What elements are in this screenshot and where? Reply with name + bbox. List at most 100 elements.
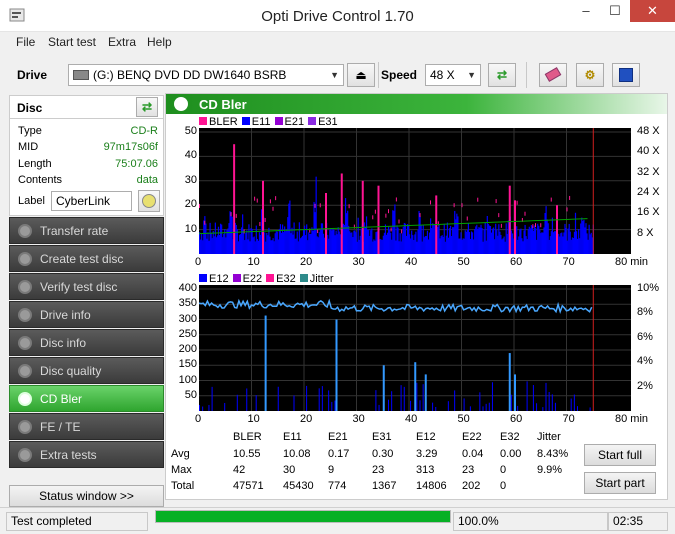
stats-cell: 9.9% (537, 464, 563, 476)
e11-bar (490, 232, 493, 254)
sidebar-item-disc-quality[interactable]: Disc quality (9, 357, 164, 384)
save-button[interactable] (612, 63, 640, 87)
progress-bar (155, 510, 451, 523)
e11-bar (351, 232, 353, 254)
e11-bar (480, 224, 482, 254)
bler-point (466, 216, 468, 221)
e11-bar (416, 241, 418, 254)
e11-bar (269, 236, 271, 254)
e11-bar (256, 238, 258, 254)
e11-bar (461, 239, 463, 254)
e11-bar (462, 238, 464, 254)
stats-cell: 0 (500, 480, 507, 492)
bler-point (275, 196, 277, 201)
bler-point (230, 212, 232, 217)
erase-button[interactable] (539, 63, 567, 87)
e11-bar (305, 235, 307, 254)
bler-point (204, 220, 206, 225)
maximize-button[interactable]: ☐ (601, 0, 629, 22)
e12-bar (551, 394, 553, 411)
e12-spike (514, 374, 516, 411)
y-tick-label: 20 (184, 198, 197, 211)
eject-button[interactable]: ⏏ (347, 63, 375, 87)
refresh-button[interactable]: ⇄ (488, 63, 516, 87)
legend-swatch (199, 117, 207, 125)
sidebar-item-label: Extra tests (40, 448, 97, 462)
sidebar-item-drive-info[interactable]: Drive info (9, 301, 164, 328)
sidebar-item-verify-test-disc[interactable]: Verify test disc (9, 273, 164, 300)
settings-button[interactable]: ⚙ (576, 63, 604, 87)
x-tick-label: 10 (247, 256, 260, 268)
e12-bar (570, 398, 572, 411)
sidebar-item-fe-te[interactable]: FE / TE (9, 413, 164, 440)
stats-cell: 9 (328, 464, 335, 476)
e11-bar (316, 236, 318, 254)
disc-icon (18, 336, 32, 350)
e11-bar (357, 217, 359, 254)
status-window-button[interactable]: Status window >> (9, 485, 164, 507)
e11-bar (369, 235, 371, 254)
sidebar-item-transfer-rate[interactable]: Transfer rate (9, 217, 164, 244)
disc-label-input[interactable]: CyberLink (51, 191, 132, 211)
e11-bar (321, 223, 324, 254)
e11-bar (353, 230, 355, 254)
e11-bar (376, 231, 378, 254)
menu-start-test[interactable]: Start test (48, 35, 96, 49)
refresh-icon: ⇄ (496, 68, 508, 82)
y2-tick-label: 6% (637, 330, 653, 343)
minimize-button[interactable]: – (572, 0, 600, 22)
e11-bar (564, 223, 566, 254)
start-part-button[interactable]: Start part (584, 472, 656, 494)
e11-bar (433, 224, 435, 254)
e11-bar (566, 240, 568, 254)
e11-bar (440, 236, 442, 254)
e11-bar (541, 232, 543, 254)
e11-bar (235, 225, 237, 254)
e11-bar (547, 223, 549, 254)
drive-select[interactable]: (G:) BENQ DVD DD DW1640 BSRB ▼ (68, 64, 344, 86)
e11-bar (402, 226, 404, 254)
refresh-icon: ⇄ (141, 100, 153, 114)
speed-select[interactable]: 48 X ▼ (425, 64, 481, 86)
sidebar-item-cd-bler[interactable]: CD Bler (9, 385, 164, 412)
e11-bar (413, 240, 415, 254)
disc-icon (18, 364, 32, 378)
stats-cell: 47571 (233, 480, 264, 492)
e11-bar (249, 241, 251, 254)
e12-bar (432, 402, 434, 411)
stats-cell: 42 (233, 464, 246, 476)
menu-help[interactable]: Help (147, 35, 172, 49)
drive-label: Drive (17, 68, 48, 82)
e12-bar (454, 390, 456, 411)
bler-bar (325, 193, 327, 254)
sidebar-item-create-test-disc[interactable]: Create test disc (9, 245, 164, 272)
bler-point (259, 222, 261, 227)
legend-swatch (274, 117, 283, 125)
e11-bar (466, 230, 468, 254)
menu-file[interactable]: File (16, 35, 35, 49)
e11-bar (573, 231, 576, 254)
e11-bar (472, 232, 474, 254)
e11-bar (247, 239, 249, 254)
e11-bar (258, 232, 261, 254)
sidebar-item-disc-info[interactable]: Disc info (9, 329, 164, 356)
bler-point (272, 206, 274, 211)
e11-bar (427, 239, 430, 254)
e11-bar (278, 228, 280, 254)
e11-bar (315, 176, 317, 254)
start-full-button[interactable]: Start full (584, 444, 656, 466)
status-text: Test completed (6, 512, 148, 531)
legend-swatch (299, 274, 308, 282)
e11-bar (252, 237, 254, 254)
e11-bar (385, 234, 388, 254)
disc-label-row: Label CyberLink (9, 190, 164, 216)
stats-cell: 0.17 (328, 448, 350, 460)
e11-bar (546, 219, 548, 254)
menu-extra[interactable]: Extra (108, 35, 136, 49)
close-button[interactable]: ✕ (630, 0, 675, 22)
disc-refresh-button[interactable]: ⇄ (136, 97, 158, 117)
sidebar-item-extra-tests[interactable]: Extra tests (9, 441, 164, 468)
disc-header: Disc ⇄ (9, 95, 164, 119)
disc-label-button[interactable] (138, 190, 160, 212)
settings-icon: ⚙ (584, 68, 596, 82)
